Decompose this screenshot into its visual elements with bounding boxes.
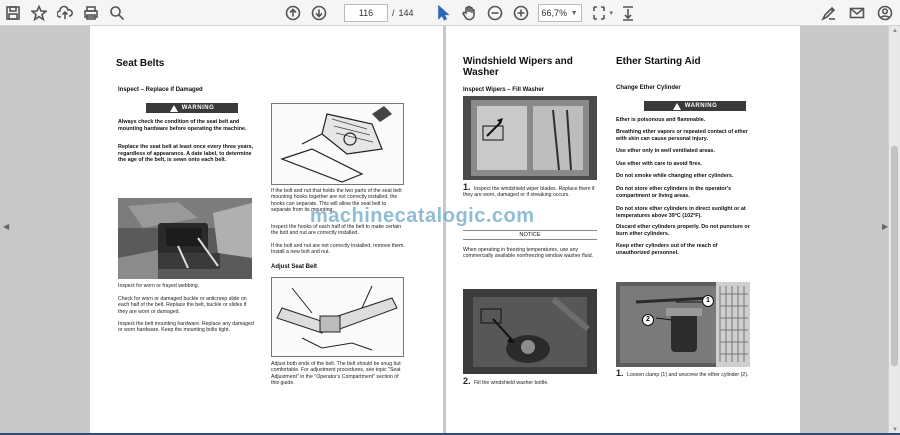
ether-step1-number: 1. <box>616 368 624 378</box>
warning-text-replace: Replace the seat belt at least once ever… <box>118 144 254 164</box>
seat-belts-title: Seat Belts <box>116 58 165 69</box>
printer-icon <box>84 6 98 20</box>
zoom-in-button[interactable] <box>510 2 532 24</box>
inspect-wipers-heading: Inspect Wipers – Fill Washer <box>463 87 545 93</box>
notice-banner: NOTICE <box>463 230 597 240</box>
page-total: 144 <box>398 8 414 18</box>
ether-warning-4: Use ether with care to avoid fires. <box>616 161 702 167</box>
wiper-step1-text: Inspect the windshield wiper blades. Rep… <box>463 186 595 199</box>
ether-cylinder-photo: 1 2 <box>616 282 750 367</box>
scroll-up-icon[interactable]: ▲ <box>892 28 898 34</box>
washer-bottle-photo <box>463 289 597 374</box>
wiper-step1-number: 1. <box>463 182 471 192</box>
ether-warning-5: Do not smoke while changing ether cylind… <box>616 173 734 179</box>
warning-banner-right: WARNING <box>644 101 746 111</box>
ether-warning-2: Breathing ether vapors or repeated conta… <box>616 129 748 142</box>
ether-warning-9: Keep ether cylinders out of the reach of… <box>616 243 718 256</box>
user-circle-icon <box>877 5 893 21</box>
scroll-down-page-icon <box>623 6 634 21</box>
sign-button[interactable] <box>818 2 840 24</box>
page-separator: / <box>392 8 395 18</box>
ether-step1: 1. Loosen clamp (1) and unscrew the ethe… <box>616 368 750 379</box>
plus-circle-icon <box>513 5 528 21</box>
ether-warning-3: Use ether only in well ventilated areas. <box>616 148 715 154</box>
search-icon <box>110 6 125 21</box>
pdf-viewer: 116 / 144 66,7% ▼ ▾ ◀ ▶ Seat Belts Inspe… <box>0 0 900 435</box>
email-button[interactable] <box>846 2 868 24</box>
caption-replace-bolt: If the bolt and nut are not correctly in… <box>271 243 405 256</box>
mail-icon <box>849 7 865 19</box>
watermark-text: machinecatalogic.com <box>310 205 535 227</box>
account-button[interactable] <box>874 2 896 24</box>
warning-label: WARNING <box>181 105 215 111</box>
zoom-out-button[interactable] <box>484 2 506 24</box>
minus-circle-icon <box>487 5 502 21</box>
callout-2: 2 <box>642 314 654 326</box>
arrow-down-circle-icon <box>311 5 327 21</box>
caption-adjust-belt: Adjust both ends of the belt. The belt s… <box>271 361 401 387</box>
cursor-arrow-icon <box>437 5 450 21</box>
page-number-input[interactable]: 116 <box>344 4 388 22</box>
cab-window-photo <box>463 96 597 180</box>
hand-icon <box>461 5 475 21</box>
adjust-seat-belt-heading: Adjust Seat Belt <box>271 264 318 270</box>
caption-buckle: Check for worn or damaged buckle or anti… <box>118 296 247 315</box>
save-icon <box>6 6 20 20</box>
wiper-step2-text: Fill the windshield washer bottle. <box>473 380 549 386</box>
notice-text: When operating in freezing temperatures,… <box>463 247 594 260</box>
scroll-thumb[interactable] <box>891 146 898 366</box>
hand-tool-button[interactable] <box>458 2 480 24</box>
wiper-step2: 2. Fill the windshield washer bottle. <box>463 376 597 387</box>
next-page-button[interactable] <box>308 2 330 24</box>
pen-sign-icon <box>821 6 836 21</box>
caption-worn-webbing: Inspect for worn or frayed webbing. <box>118 283 200 289</box>
arrow-up-circle-icon <box>285 5 301 21</box>
callout-1: 1 <box>702 295 714 307</box>
zoom-level-value: 66,7% <box>541 8 568 18</box>
ether-warning-1: Ether is poisonous and flammable. <box>616 117 706 123</box>
warning-triangle-icon <box>672 102 681 110</box>
select-tool-button[interactable] <box>432 2 454 24</box>
mounting-hook-drawing <box>271 103 404 185</box>
pdf-page-right: Windshield Wipers and Washer Inspect Wip… <box>446 26 800 433</box>
ether-step1-text: Loosen clamp (1) and unscrew the ether c… <box>626 372 749 378</box>
scroll-mode-button[interactable] <box>617 2 639 24</box>
warning-triangle-icon <box>169 104 178 112</box>
previous-page-button[interactable] <box>282 2 304 24</box>
save-button[interactable] <box>2 2 24 24</box>
warning-label: WARNING <box>684 103 718 109</box>
windshield-title-line1: Windshield Wipers and <box>463 56 573 67</box>
ether-warning-7: Do not store ether cylinders in direct s… <box>616 206 746 219</box>
search-button[interactable] <box>106 2 128 24</box>
ether-starting-aid-title: Ether Starting Aid <box>616 56 701 67</box>
vertical-scrollbar[interactable]: ▲ ▼ <box>888 26 900 435</box>
cloud-upload-icon <box>57 5 73 19</box>
ether-warning-6: Do not store ether cylinders in the oper… <box>616 186 732 199</box>
chevron-down-icon: ▾ <box>609 10 614 17</box>
print-button[interactable] <box>80 2 102 24</box>
caption-mounting-hardware: Inspect the belt mounting hardware. Repl… <box>118 321 254 334</box>
ether-warning-8: Discard ether cylinders properly. Do not… <box>616 224 750 237</box>
zoom-level-select[interactable]: 66,7% ▼ <box>537 4 582 22</box>
upload-button[interactable] <box>54 2 76 24</box>
star-icon <box>31 5 47 21</box>
wiper-step2-number: 2. <box>463 376 471 386</box>
page-layout-button[interactable] <box>588 2 610 24</box>
inspect-replace-heading: Inspect – Replace if Damaged <box>118 87 203 93</box>
windshield-title-line2: Washer <box>463 67 499 78</box>
chevron-down-icon: ▼ <box>570 9 578 17</box>
toolbar: 116 / 144 66,7% ▼ ▾ <box>0 0 900 26</box>
seat-photo <box>118 198 252 279</box>
pdf-page-left: Seat Belts Inspect – Replace if Damaged … <box>90 26 443 433</box>
left-panel-toggle-icon[interactable]: ◀ <box>3 222 9 231</box>
change-ether-cylinder-heading: Change Ether Cylinder <box>616 85 681 91</box>
page-layout-icon <box>592 6 605 20</box>
bookmark-button[interactable] <box>28 2 50 24</box>
warning-text-seatbelt: Always check the condition of the seat b… <box>118 119 247 132</box>
warning-banner-left: WARNING <box>146 103 238 113</box>
belt-buckle-drawing <box>271 277 404 357</box>
wiper-step1: 1. Inspect the windshield wiper blades. … <box>463 182 597 199</box>
